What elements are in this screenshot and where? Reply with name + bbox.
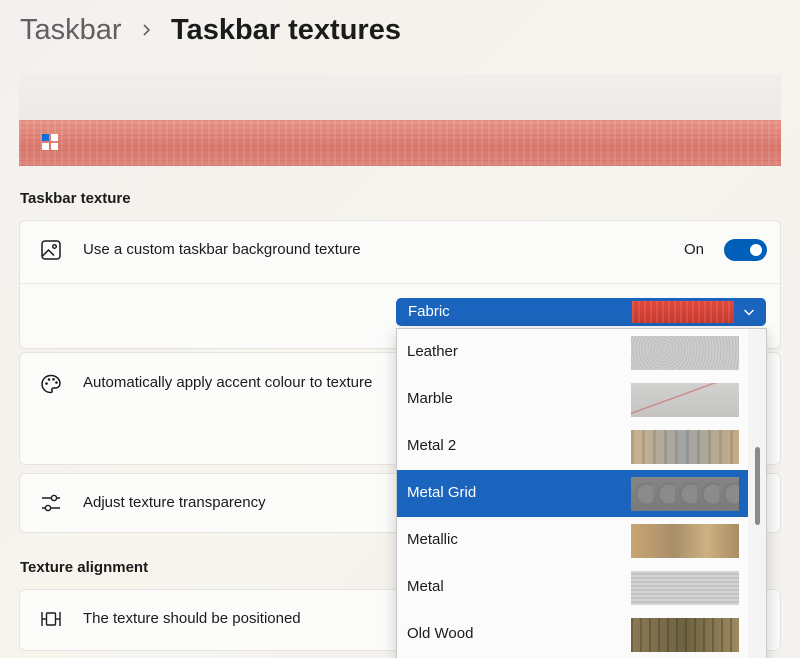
marble-texture-swatch xyxy=(631,383,739,417)
metallic-texture-swatch xyxy=(631,524,739,558)
image-icon xyxy=(41,240,61,260)
windows-start-icon xyxy=(42,134,58,150)
custom-texture-toggle[interactable] xyxy=(724,239,767,261)
page-title: Taskbar textures xyxy=(171,14,401,46)
texture-dropdown-list[interactable]: Leather Marble Metal 2 Metal Grid Metall… xyxy=(396,328,767,658)
dropdown-scrollbar[interactable] xyxy=(748,329,766,658)
option-label: Metal Grid xyxy=(407,484,477,501)
texture-select[interactable]: Fabric xyxy=(396,298,766,326)
taskbar-texture-preview xyxy=(19,120,781,166)
toggle-knob xyxy=(750,244,762,256)
old-wood-texture-swatch xyxy=(631,618,739,652)
texture-option-marble[interactable]: Marble xyxy=(397,376,748,423)
texture-option-old-wood[interactable]: Old Wood xyxy=(397,611,748,658)
option-label: Metal 2 xyxy=(407,437,457,454)
metal-texture-swatch xyxy=(631,571,739,605)
transparency-label: Adjust texture transparency xyxy=(83,494,266,511)
scrollbar-thumb[interactable] xyxy=(755,447,760,525)
section-title-taskbar-texture: Taskbar texture xyxy=(20,190,131,207)
chevron-down-icon xyxy=(744,309,754,316)
texture-option-leather[interactable]: Leather xyxy=(397,329,748,376)
option-label: Metallic xyxy=(407,531,458,548)
metal-2-texture-swatch xyxy=(631,430,739,464)
option-label: Old Wood xyxy=(407,625,474,642)
sliders-icon xyxy=(42,494,60,512)
section-title-texture-alignment: Texture alignment xyxy=(20,559,149,576)
texture-select-value: Fabric xyxy=(408,303,450,320)
texture-option-metallic[interactable]: Metallic xyxy=(397,517,748,564)
palette-icon xyxy=(41,374,61,394)
metal-grid-texture-swatch xyxy=(631,477,739,511)
option-label: Marble xyxy=(407,390,453,407)
taskbar-preview-background xyxy=(19,74,781,120)
card-divider xyxy=(20,283,780,284)
toggle-state-text: On xyxy=(684,241,705,258)
align-center-icon xyxy=(41,612,61,626)
texture-option-metal-grid[interactable]: Metal Grid xyxy=(397,470,748,517)
chevron-right-icon xyxy=(143,24,151,36)
option-label: Metal xyxy=(407,578,444,595)
breadcrumb-taskbar[interactable]: Taskbar xyxy=(20,14,122,47)
option-label: Leather xyxy=(407,343,458,360)
fabric-texture-swatch xyxy=(632,301,734,323)
texture-option-metal-2[interactable]: Metal 2 xyxy=(397,423,748,470)
accent-colour-label: Automatically apply accent colour to tex… xyxy=(83,374,373,391)
texture-option-metal[interactable]: Metal xyxy=(397,564,748,611)
leather-texture-swatch xyxy=(631,336,739,370)
alignment-label: The texture should be positioned xyxy=(83,610,301,627)
custom-texture-label: Use a custom taskbar background texture xyxy=(83,241,361,258)
